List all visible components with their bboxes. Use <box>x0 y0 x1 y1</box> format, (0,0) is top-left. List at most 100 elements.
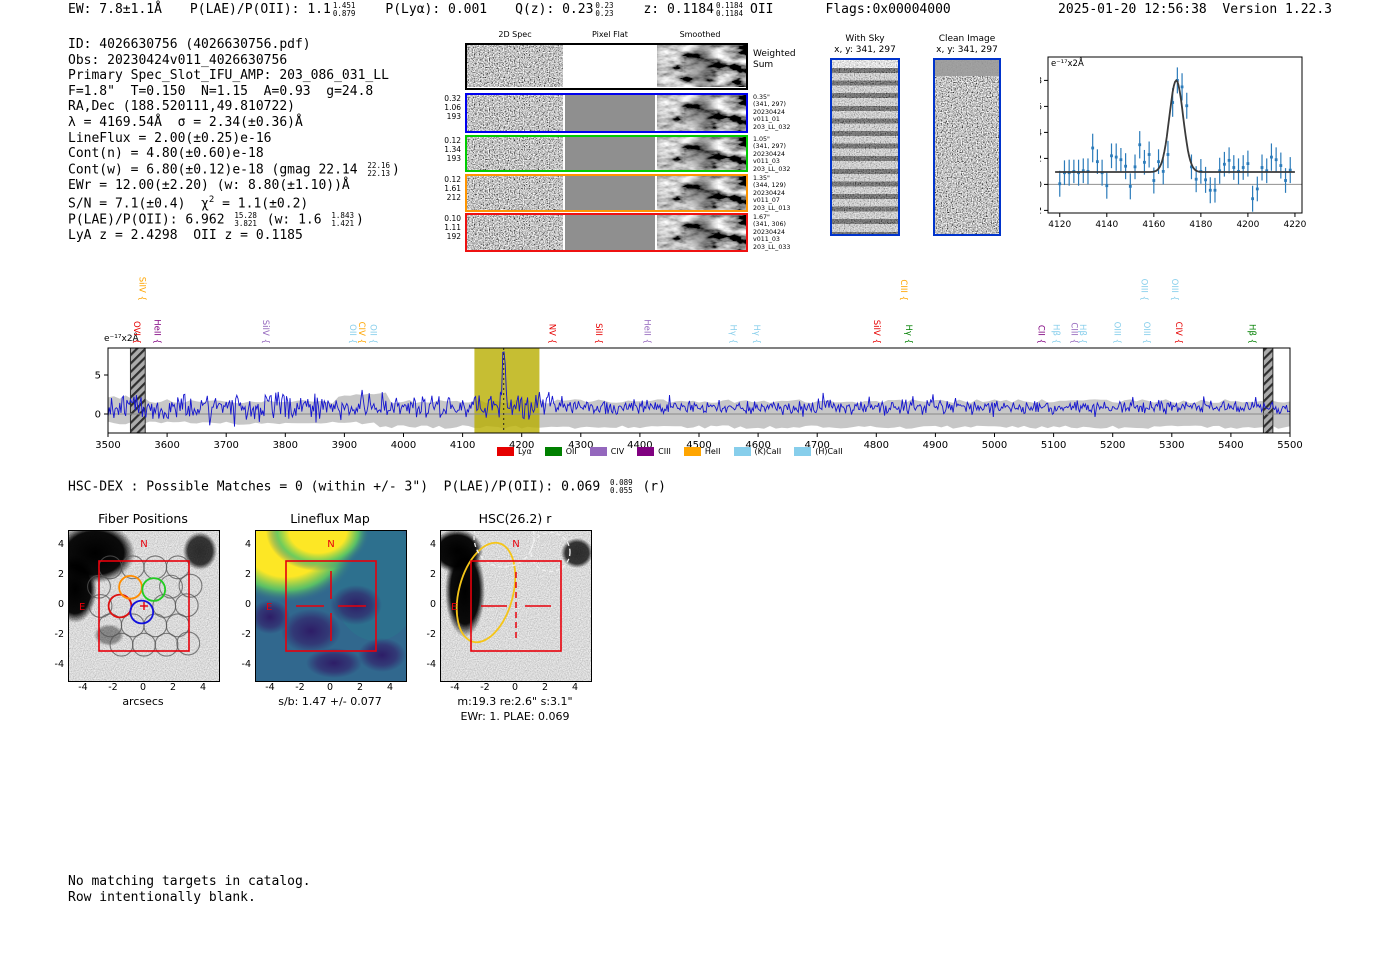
x-tick-label: 4 <box>380 682 400 693</box>
svg-text:4900: 4900 <box>923 440 948 451</box>
masked-band <box>1263 348 1272 433</box>
x-tick-label: 2 <box>535 682 555 693</box>
z-line-id: OII <box>750 2 773 18</box>
info-radec: RA,Dec (188.520111,49.810722) <box>68 99 400 115</box>
north-label: N <box>327 539 334 550</box>
pixel-flat-strip <box>565 45 655 87</box>
flux-units-label: e⁻¹⁷x2Å <box>1051 57 1084 69</box>
svg-text:5500: 5500 <box>1277 440 1302 451</box>
header-stats-row: EW: 7.8±1.1Å P(LAE)/P(OII): 1.11.4510.87… <box>68 2 951 18</box>
svg-text:5300: 5300 <box>1159 440 1184 451</box>
line-marker-label: CIII { <box>898 279 908 301</box>
y-tick-label: -2 <box>46 629 64 640</box>
y-tick-label: -2 <box>418 629 436 640</box>
line-highlight-band <box>474 348 539 433</box>
line-marker-label: OVI { <box>131 321 141 344</box>
legend-item: (K)CaII <box>734 447 782 456</box>
svg-text:0: 0 <box>95 410 101 421</box>
legend-swatch <box>590 447 607 456</box>
legend-swatch <box>734 447 751 456</box>
line-marker-label: OIII { <box>1112 322 1122 344</box>
svg-text:4180: 4180 <box>1189 220 1212 230</box>
spec2d-row <box>465 213 748 252</box>
spec2d-row <box>465 135 748 172</box>
line-marker-label: OIII { <box>1169 279 1179 301</box>
svg-text:5000: 5000 <box>982 440 1007 451</box>
clean-top-band <box>935 60 999 76</box>
y-tick-label: 0 <box>418 599 436 610</box>
spectrum-legend: LyαOIICIVCIIIHeII(K)CaII(H)CaII <box>497 447 843 456</box>
info-primary-spec: Primary Spec_Slot_IFU_AMP: 203_086_031_L… <box>68 68 400 84</box>
plae-poii-value: P(LAE)/P(OII): 1.11.4510.879 <box>190 2 357 18</box>
col-header-2dspec: 2D Spec <box>465 30 565 39</box>
y-tick-label: -4 <box>233 659 251 670</box>
hsc-dex-match-line: HSC-DEX : Possible Matches = 0 (within +… <box>68 479 666 495</box>
line-marker-label: HeII { <box>642 319 652 344</box>
row-stats-label: 0.101.11192 <box>417 215 461 241</box>
legend-item: CIV <box>590 447 624 456</box>
svg-text:4: 4 <box>1040 128 1042 138</box>
info-lineflux: LineFlux = 2.00(±0.25)e-16 <box>68 131 400 147</box>
legend-item: CIII <box>637 447 671 456</box>
y-tick-label: 2 <box>233 569 251 580</box>
svg-text:6: 6 <box>1040 102 1042 112</box>
elixer-report-page: EW: 7.8±1.1Å P(LAE)/P(OII): 1.11.4510.87… <box>0 0 1400 953</box>
lineflux-map-panel: NE <box>255 530 407 682</box>
svg-text:2: 2 <box>1040 154 1042 164</box>
x-tick-label: -2 <box>103 682 123 693</box>
legend-item: Lyα <box>497 447 532 456</box>
line-marker-label: SiIV { <box>136 277 146 301</box>
exposure-annotation: 1.05"(341, 297)20230424v011_03203_LL_032 <box>753 136 790 173</box>
east-label: E <box>266 602 272 613</box>
hsc-r-panel: NE <box>440 530 592 682</box>
row-stats-label: 0.121.61212 <box>417 176 461 202</box>
x-tick-label: 0 <box>133 682 153 693</box>
svg-text:3800: 3800 <box>273 440 298 451</box>
x-tick-label: -2 <box>475 682 495 693</box>
line-marker-label: NV { <box>547 324 557 344</box>
svg-text:4140: 4140 <box>1095 220 1118 230</box>
col-header-smoothed: Smoothed <box>648 30 752 39</box>
info-sn-chi2: S/N = 7.1(±0.4) χ2 = 1.1(±0.2) <box>68 193 400 212</box>
line-marker-label: Hγ { <box>751 324 761 344</box>
spec2d-row <box>465 174 748 212</box>
north-label: N <box>140 539 147 550</box>
legend-swatch <box>637 447 654 456</box>
line-marker-label: SiIV { <box>260 320 270 344</box>
cleanimage-title: Clean Imagex, y: 341, 297 <box>924 34 1010 56</box>
withsky-title: With Skyx, y: 341, 297 <box>822 34 908 56</box>
y-tick-label: 4 <box>418 539 436 550</box>
line-marker-label: OII { <box>367 324 377 344</box>
spec2d-row <box>465 93 748 133</box>
east-label: E <box>451 602 457 613</box>
x-tick-label: 2 <box>350 682 370 693</box>
spec2d-cutout-grid: WeightedSum0.35"(341, 297)20230424v011_0… <box>465 43 805 255</box>
lineflux-caption: s/b: 1.47 +/- 0.077 <box>245 695 415 708</box>
info-ewr: EWr = 12.00(±2.20) (w: 8.80(±1.10))Å <box>68 178 400 194</box>
svg-text:5200: 5200 <box>1100 440 1125 451</box>
y-tick-label: 2 <box>418 569 436 580</box>
svg-text:4120: 4120 <box>1048 220 1071 230</box>
legend-label: OII <box>566 447 577 456</box>
line-marker-label: CIV { <box>356 322 366 344</box>
detection-info-block: ID: 4026630756 (4026630756.pdf) Obs: 202… <box>68 37 400 244</box>
pixel-flat-strip <box>565 137 655 170</box>
row-stats-label: 0.321.06193 <box>417 95 461 121</box>
legend-item: HeII <box>684 447 721 456</box>
flags-value: Flags:0x00004000 <box>826 2 951 18</box>
line-marker-label: HeII { <box>152 319 162 344</box>
y-tick-label: 4 <box>233 539 251 550</box>
svg-text:-2: -2 <box>1040 206 1042 216</box>
svg-text:8: 8 <box>1040 76 1042 86</box>
svg-text:5400: 5400 <box>1218 440 1243 451</box>
svg-text:4800: 4800 <box>864 440 889 451</box>
line-marker-label: Hγ { <box>727 324 737 344</box>
x-tick-label: -4 <box>73 682 93 693</box>
legend-swatch <box>545 447 562 456</box>
x-tick-label: -2 <box>290 682 310 693</box>
y-tick-label: 4 <box>46 539 64 550</box>
line-marker-label: Hβ { <box>1051 324 1061 344</box>
y-tick-label: -4 <box>418 659 436 670</box>
qz-uncertainty: 0.230.23 <box>595 2 613 18</box>
timestamp-version: 2025-01-20 12:56:38 Version 1.22.3 <box>1058 2 1332 18</box>
